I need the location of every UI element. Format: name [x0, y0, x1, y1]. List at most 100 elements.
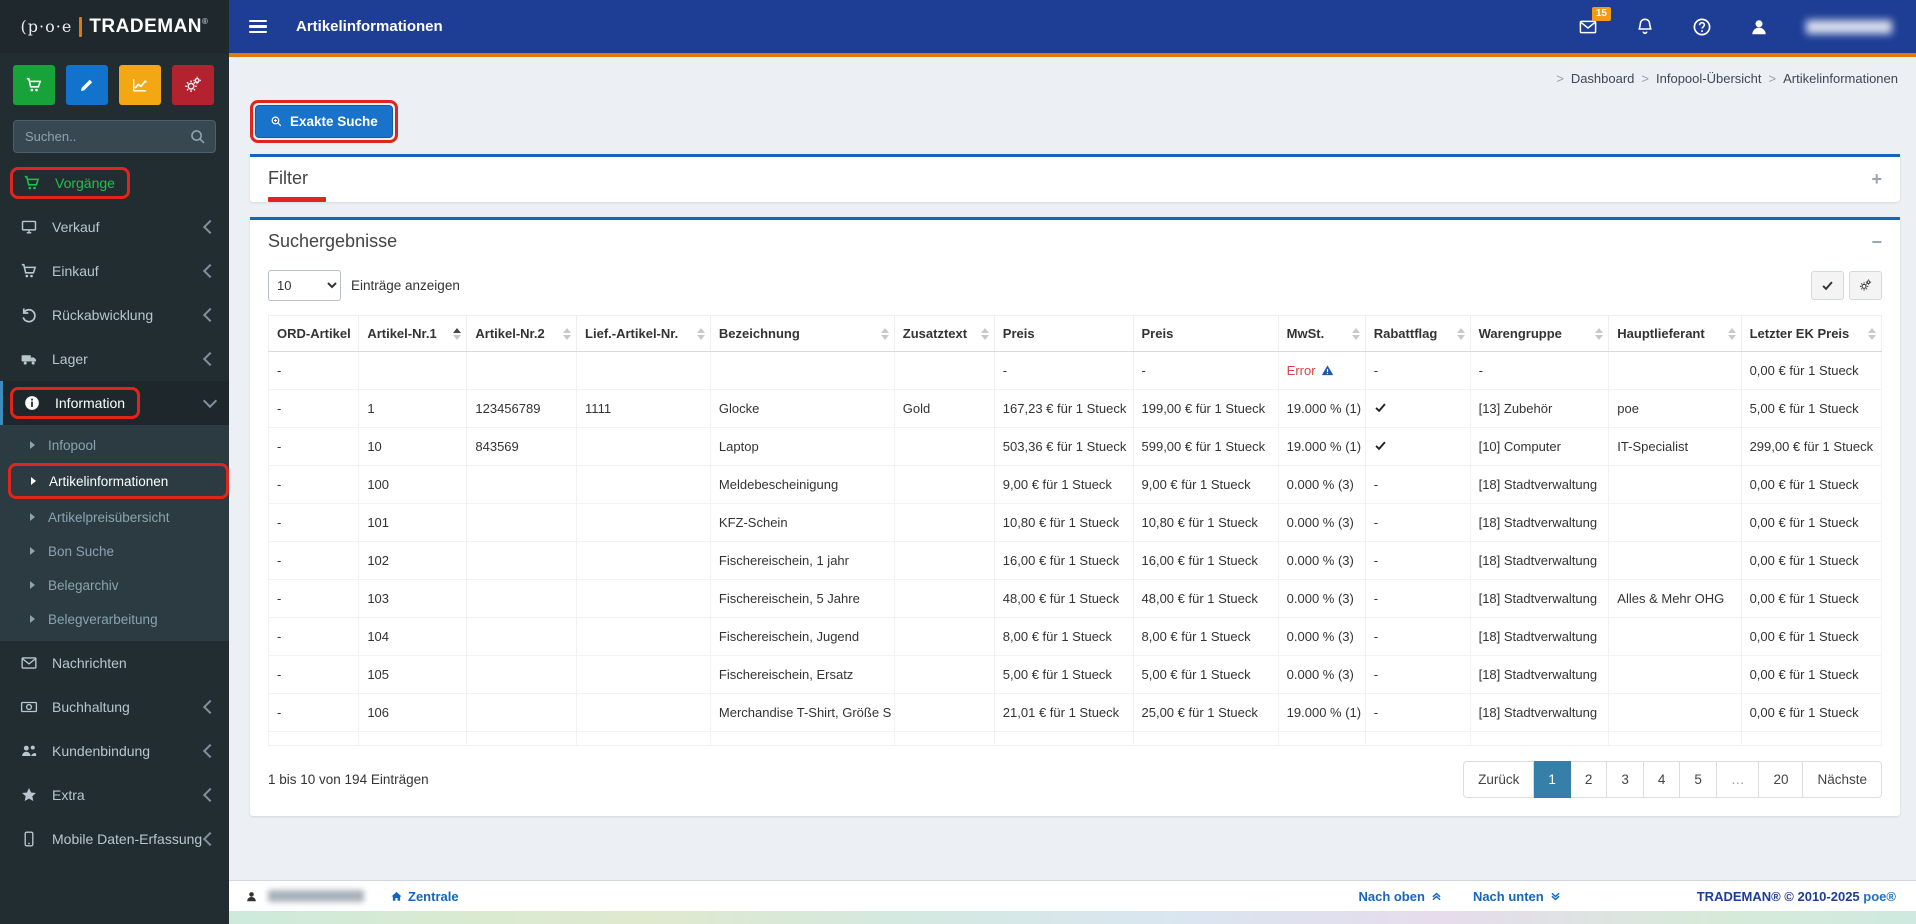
sidebar-item-mobile-daten-erfassung[interactable]: Mobile Daten-Erfassung — [0, 817, 229, 861]
table-row[interactable]: -105 Fischereischein, Ersatz 5,00 € für 1 … — [267, 655, 1883, 694]
column-header-rabattflag[interactable]: Rabattflag — [1364, 315, 1471, 352]
column-header-artikel-nr-1[interactable]: Artikel-Nr.1 — [358, 315, 468, 352]
sidebar-item-kundenbindung[interactable]: Kundenbindung — [0, 729, 229, 773]
sidebar-item-label: Lager — [52, 351, 88, 367]
help-icon[interactable] — [1692, 17, 1712, 37]
exact-search-button[interactable]: Exakte Suche — [255, 105, 393, 138]
page-button-1[interactable]: 1 — [1534, 761, 1571, 798]
table-settings-button[interactable] — [1849, 271, 1882, 300]
zentrale-link[interactable]: Zentrale — [390, 889, 459, 904]
table-cell: 9,00 € für 1 Stueck — [1132, 465, 1279, 504]
sidebar-item-label: Nachrichten — [52, 655, 127, 671]
page-button-2[interactable]: 2 — [1570, 761, 1608, 798]
column-header-bezeichnung[interactable]: Bezeichnung — [709, 315, 895, 352]
page-size-select[interactable]: 10 — [268, 270, 341, 301]
home-icon — [390, 890, 403, 903]
table-cell — [576, 693, 711, 732]
sidebar-item-buchhaltung[interactable]: Buchhaltung — [0, 685, 229, 729]
results-count-info: 1 bis 10 von 194 Einträgen — [268, 772, 429, 787]
table-cell: 199,00 € für 1 Stueck — [1132, 389, 1279, 428]
sidebar-item-nachrichten[interactable]: Nachrichten — [0, 641, 229, 685]
hamburger-menu-icon[interactable] — [247, 16, 269, 38]
sidebar-subitem-artikelinformationen[interactable]: Artikelinformationen — [8, 463, 229, 499]
table-cell: 5,00 € für 1 Stueck — [1132, 655, 1279, 694]
page-button-5[interactable]: 5 — [1680, 761, 1717, 798]
sort-arrows-icon — [1595, 327, 1604, 340]
sidebar-subitem-artikelpreis-bersicht[interactable]: Artikelpreisübersicht — [0, 500, 229, 534]
user-icon[interactable] — [1749, 17, 1769, 37]
scroll-bottom-link[interactable]: Nach unten — [1473, 889, 1562, 904]
sidebar-subitem-infopool[interactable]: Infopool — [0, 428, 229, 462]
table-row[interactable]: -1 123456789 1111 Glocke Gold 167,23 € für 1 … — [267, 389, 1883, 428]
table-row[interactable]: -101 KFZ-Schein 10,80 € für 1 Stueck 10,80 … — [267, 503, 1883, 542]
table-row[interactable]: -10 843569 Laptop 503,36 € für 1 Stueck 599,… — [267, 427, 1883, 466]
table-row[interactable]: -100 Meldebescheinigung 9,00 € für 1 Stuec… — [267, 465, 1883, 504]
collapse-icon[interactable]: − — [1871, 231, 1882, 251]
column-header-hauptlieferant[interactable]: Hauptlieferant — [1608, 315, 1742, 352]
table-cell — [1608, 541, 1742, 580]
table-row[interactable]: - - - Error - -0,00 € für 1 Stueck — [267, 351, 1883, 390]
scroll-top-link[interactable]: Nach oben — [1358, 889, 1442, 904]
sidebar-nav: Vorgänge Verkauf Einkauf Rückabwicklung Lage… — [0, 157, 229, 924]
table-cell: - — [267, 351, 360, 390]
table-cell: 48,00 € für 1 Stueck — [1132, 579, 1279, 618]
breadcrumb-separator: > — [1556, 71, 1564, 86]
table-cell: poe — [1608, 389, 1742, 428]
page-button-20[interactable]: 20 — [1759, 761, 1804, 798]
table-cell: - — [1364, 579, 1471, 618]
table-row[interactable]: -106 Merchandise T-Shirt, Größe S 21,01 € … — [267, 693, 1883, 732]
sidebar-item-extra[interactable]: Extra — [0, 773, 229, 817]
sidebar-subitem-belegverarbeitung[interactable]: Belegverarbeitung — [0, 602, 229, 636]
table-cell: [10] Computer — [1469, 427, 1610, 466]
statistics-tile-button[interactable] — [119, 65, 161, 105]
bell-icon[interactable] — [1635, 17, 1655, 37]
page-button-n-chste[interactable]: Nächste — [1803, 761, 1882, 798]
breadcrumb-item-infopool-bersicht[interactable]: Infopool-Übersicht — [1656, 71, 1762, 86]
column-header-zusatztext[interactable]: Zusatztext — [893, 315, 995, 352]
column-header-artikel-nr-2[interactable]: Artikel-Nr.2 — [466, 315, 578, 352]
sidebar-item-lager[interactable]: Lager — [0, 337, 229, 381]
column-header-lief-artikel-nr[interactable]: Lief.-Artikel-Nr. — [576, 315, 711, 352]
main-area: Artikelinformationen 15 > Dashboard > Infop… — [229, 0, 1916, 924]
sidebar-search-input[interactable] — [13, 120, 216, 153]
table-cell — [466, 541, 578, 580]
column-header-warengruppe[interactable]: Warengruppe — [1469, 315, 1610, 352]
table-cell: 0,00 € für 1 Stueck — [1740, 579, 1883, 618]
column-header-mwst[interactable]: MwSt. — [1277, 315, 1366, 352]
page-title: Artikelinformationen — [296, 18, 443, 35]
sidebar-item-information[interactable]: Information — [0, 381, 229, 425]
page-button-3[interactable]: 3 — [1607, 761, 1644, 798]
column-header-letzter-ek-preis[interactable]: Letzter EK Preis — [1740, 315, 1883, 352]
breadcrumb-item-artikelinformationen[interactable]: Artikelinformationen — [1783, 71, 1898, 86]
settings-tile-button[interactable] — [172, 65, 214, 105]
table-cell: 299,00 € für 1 Stueck — [1740, 427, 1883, 466]
apply-columns-button[interactable] — [1811, 271, 1844, 300]
expand-icon[interactable]: + — [1871, 168, 1882, 188]
sidebar-item-r-ckabwicklung[interactable]: Rückabwicklung — [0, 293, 229, 337]
table-cell: [18] Stadtverwaltung — [1469, 503, 1610, 542]
page-button-zur-ck[interactable]: Zurück — [1463, 761, 1535, 798]
table-cell: - — [1364, 503, 1471, 542]
breadcrumb-item-dashboard[interactable]: Dashboard — [1571, 71, 1635, 86]
page-button-4[interactable]: 4 — [1643, 761, 1681, 798]
chevron-left-icon — [202, 787, 218, 803]
table-cell — [466, 617, 578, 656]
sales-tile-button[interactable] — [13, 65, 55, 105]
table-cell: 8,00 € für 1 Stueck — [1132, 617, 1279, 656]
search-icon[interactable] — [189, 128, 207, 146]
sidebar-item-label: Vorgänge — [55, 175, 115, 191]
table-row[interactable]: -104 Fischereischein, Jugend 8,00 € für 1 … — [267, 617, 1883, 656]
table-cell: 19.000 % (1) — [1277, 693, 1366, 732]
sidebar-subitem-bon-suche[interactable]: Bon Suche — [0, 534, 229, 568]
sidebar-subitem-label: Belegverarbeitung — [48, 611, 158, 627]
edit-tile-button[interactable] — [66, 65, 108, 105]
sidebar-item-verkauf[interactable]: Verkauf — [0, 205, 229, 249]
sidebar-item-einkauf[interactable]: Einkauf — [0, 249, 229, 293]
sidebar-subitem-belegarchiv[interactable]: Belegarchiv — [0, 568, 229, 602]
table-row[interactable]: -102 Fischereischein, 1 jahr 16,00 € für 1… — [267, 541, 1883, 580]
table-row[interactable]: -103 Fischereischein, 5 Jahre 48,00 € für … — [267, 579, 1883, 618]
mail-icon[interactable]: 15 — [1578, 6, 1611, 37]
sidebar-item-vorg-nge[interactable]: Vorgänge — [0, 163, 229, 203]
table-cell: 0,00 € für 1 Stueck — [1740, 541, 1883, 580]
breadcrumb-separator: > — [1641, 71, 1650, 86]
